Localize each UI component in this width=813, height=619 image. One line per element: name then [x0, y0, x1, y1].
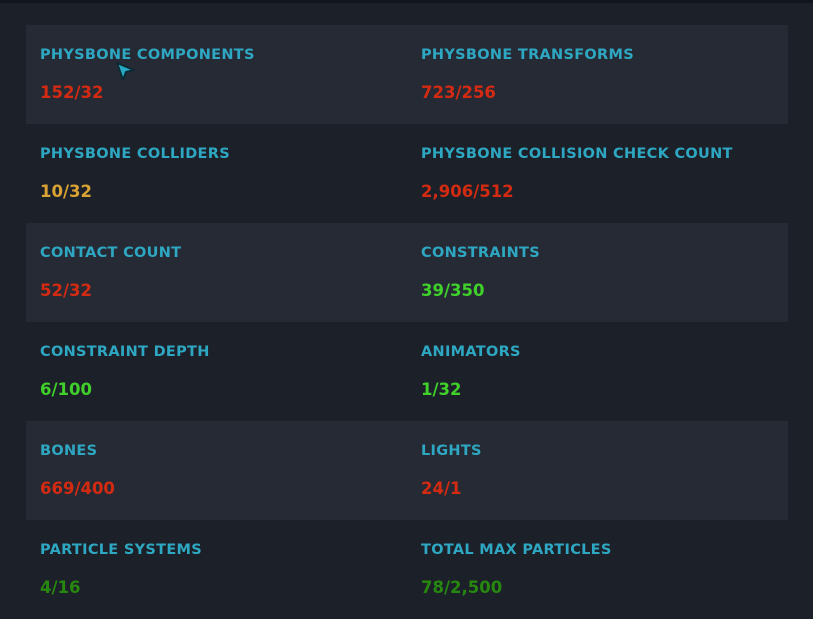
stats-row: BONES 669/400 LIGHTS 24/1	[26, 421, 788, 520]
stats-row: PHYSBONE COLLIDERS 10/32 PHYSBONE COLLISIO…	[26, 124, 788, 223]
stat-item: PARTICLE SYSTEMS 4/16	[26, 520, 407, 619]
stat-value: 669/400	[40, 479, 115, 498]
stats-row: CONSTRAINT DEPTH 6/100 ANIMATORS 1/32	[26, 322, 788, 421]
stat-item: CONTACT COUNT 52/32	[26, 223, 407, 322]
stat-label: CONTACT COUNT	[40, 245, 182, 261]
stats-row: PHYSBONE COMPONENTS 152/32 PHYSBONE TRANSF…	[26, 25, 788, 124]
stat-label: CONSTRAINT DEPTH	[40, 344, 210, 360]
stat-label: PHYSBONE COLLISION CHECK COUNT	[421, 146, 733, 162]
stat-label: LIGHTS	[421, 443, 482, 459]
stat-label: PHYSBONE TRANSFORMS	[421, 47, 634, 63]
stat-value: 152/32	[40, 83, 104, 102]
stat-label: TOTAL MAX PARTICLES	[421, 542, 612, 558]
stat-value: 78/2,500	[421, 578, 503, 597]
stat-value: 723/256	[421, 83, 496, 102]
stat-label: CONSTRAINTS	[421, 245, 540, 261]
stat-label: PHYSBONE COLLIDERS	[40, 146, 230, 162]
stat-label: ANIMATORS	[421, 344, 521, 360]
stats-row: PARTICLE SYSTEMS 4/16 TOTAL MAX PARTICLES 7…	[26, 520, 788, 619]
stat-value: 52/32	[40, 281, 92, 300]
stat-value: 6/100	[40, 380, 92, 399]
stat-value: 2,906/512	[421, 182, 514, 201]
stat-value: 10/32	[40, 182, 92, 201]
stat-item: TOTAL MAX PARTICLES 78/2,500	[407, 520, 788, 619]
top-bar	[0, 0, 813, 3]
stat-value: 1/32	[421, 380, 462, 399]
stat-label: BONES	[40, 443, 98, 459]
stat-label: PHYSBONE COMPONENTS	[40, 47, 255, 63]
stat-item: PHYSBONE TRANSFORMS 723/256	[407, 25, 788, 124]
performance-stats-grid: PHYSBONE COMPONENTS 152/32 PHYSBONE TRANSF…	[26, 25, 788, 619]
stat-label: PARTICLE SYSTEMS	[40, 542, 203, 558]
stat-item: PHYSBONE COLLISION CHECK COUNT 2,906/512	[407, 124, 788, 223]
stat-item: CONSTRAINTS 39/350	[407, 223, 788, 322]
stat-item: ANIMATORS 1/32	[407, 322, 788, 421]
stat-item: LIGHTS 24/1	[407, 421, 788, 520]
stat-item: BONES 669/400	[26, 421, 407, 520]
stat-item: PHYSBONE COMPONENTS 152/32	[26, 25, 407, 124]
stat-value: 24/1	[421, 479, 462, 498]
stat-value: 39/350	[421, 281, 485, 300]
stat-value: 4/16	[40, 578, 81, 597]
mouse-cursor-icon	[116, 62, 135, 81]
stat-item: CONSTRAINT DEPTH 6/100	[26, 322, 407, 421]
stats-row: CONTACT COUNT 52/32 CONSTRAINTS 39/350	[26, 223, 788, 322]
stat-item: PHYSBONE COLLIDERS 10/32	[26, 124, 407, 223]
